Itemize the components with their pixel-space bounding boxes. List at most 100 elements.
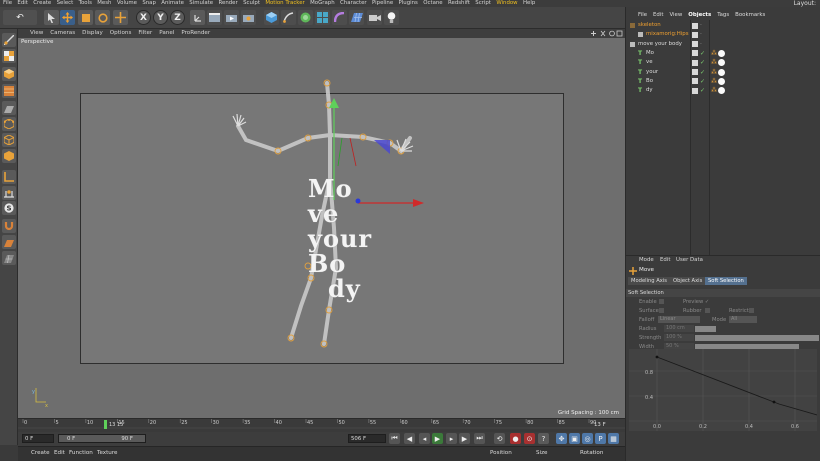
enabled-dot-icon[interactable]: · bbox=[700, 21, 702, 30]
undo-button[interactable]: ↶ bbox=[3, 10, 37, 25]
enable-checkbox[interactable] bbox=[659, 299, 664, 304]
points-mode-button[interactable] bbox=[2, 117, 16, 131]
visibility-toggle[interactable] bbox=[692, 69, 698, 75]
enabled-check-icon[interactable]: ✓ bbox=[700, 49, 705, 58]
radius-field[interactable]: 100 cm bbox=[664, 325, 694, 332]
zoom-icon[interactable] bbox=[600, 30, 606, 37]
object-row[interactable]: mixamorig:Hips · bbox=[626, 30, 820, 39]
menu-window[interactable]: Window bbox=[496, 0, 517, 7]
perspective-viewport[interactable]: Perspective y x Mo ve your Bo dy Grid Sp… bbox=[18, 38, 625, 418]
make-editable-button[interactable] bbox=[2, 33, 16, 47]
viewport-menu-options[interactable]: Options bbox=[110, 29, 132, 38]
enabled-check-icon[interactable]: ✓ bbox=[700, 68, 705, 77]
restrict-checkbox[interactable] bbox=[749, 308, 754, 313]
om-menu-file[interactable]: File bbox=[638, 11, 647, 19]
visibility-toggle[interactable] bbox=[692, 22, 698, 29]
object-name[interactable]: move your body bbox=[638, 40, 682, 49]
menu-character[interactable]: Character bbox=[340, 0, 367, 7]
menu-script[interactable]: Script bbox=[475, 0, 491, 7]
floor-button[interactable] bbox=[349, 10, 364, 25]
camera-button[interactable] bbox=[367, 10, 382, 25]
cube-object-button[interactable] bbox=[264, 10, 279, 25]
text-mo[interactable]: Mo bbox=[308, 176, 372, 201]
viewport-nav-icons[interactable] bbox=[590, 30, 624, 37]
play-button[interactable]: ▶ bbox=[432, 433, 443, 444]
autokey-button[interactable]: ⊙ bbox=[524, 433, 535, 444]
om-menu-view[interactable]: View bbox=[669, 11, 682, 19]
snap-button[interactable]: S bbox=[2, 201, 16, 215]
material-menu-texture[interactable]: Texture bbox=[97, 450, 117, 456]
curve-point-end[interactable] bbox=[772, 400, 776, 404]
render-view-button[interactable] bbox=[207, 10, 222, 25]
menu-snap[interactable]: Snap bbox=[142, 0, 156, 7]
workplane-mode-button[interactable] bbox=[2, 101, 16, 115]
polygons-mode-button[interactable] bbox=[2, 149, 16, 163]
maximize-icon[interactable] bbox=[616, 30, 623, 37]
text-bo[interactable]: Bo bbox=[308, 251, 372, 276]
preview-label[interactable]: Preview ✓ bbox=[683, 299, 709, 305]
object-row[interactable]: Tve ✓ ⁂ bbox=[626, 58, 820, 67]
viewport-menu-prorender[interactable]: ProRender bbox=[181, 29, 210, 38]
material-menu-create[interactable]: Create bbox=[31, 450, 50, 456]
object-row[interactable]: move your body · bbox=[626, 40, 820, 49]
keyframe-selection-button[interactable]: ? bbox=[538, 433, 549, 444]
text-ve[interactable]: ve bbox=[308, 201, 372, 226]
subdivision-surface-button[interactable] bbox=[298, 10, 313, 25]
key-position-button[interactable]: ✥ bbox=[556, 433, 567, 444]
om-menu-tags[interactable]: Tags bbox=[717, 11, 729, 19]
menu-plugins[interactable]: Plugins bbox=[399, 0, 418, 7]
coordinate-system-button[interactable] bbox=[190, 10, 205, 25]
menu-motion-tracker[interactable]: Motion Tracker bbox=[265, 0, 304, 7]
pen-spline-button[interactable] bbox=[281, 10, 296, 25]
tab-soft-selection[interactable]: Soft Selection bbox=[705, 277, 747, 285]
strength-field[interactable]: 100 % bbox=[664, 334, 694, 341]
viewport-menu-filter[interactable]: Filter bbox=[138, 29, 152, 38]
object-mode-button[interactable] bbox=[2, 67, 16, 81]
texture-mode-button[interactable] bbox=[2, 84, 16, 98]
viewport-menu-cameras[interactable]: Cameras bbox=[50, 29, 75, 38]
end-frame-field[interactable]: 506 F bbox=[348, 434, 386, 443]
move-your-body-text[interactable]: Mo ve your Bo dy bbox=[308, 176, 372, 301]
scale-tool-button[interactable] bbox=[78, 10, 93, 25]
gizmo-x-arrow-icon[interactable] bbox=[413, 199, 424, 207]
go-to-start-button[interactable]: ⏮ bbox=[389, 433, 400, 444]
lock-z-axis-button[interactable]: Z bbox=[170, 10, 185, 25]
object-name[interactable]: skeleton bbox=[638, 21, 661, 30]
visibility-toggle[interactable] bbox=[692, 50, 698, 57]
tag-icon[interactable]: ⁂ bbox=[711, 86, 717, 95]
menu-sculpt[interactable]: Sculpt bbox=[243, 0, 260, 7]
orbit-icon[interactable] bbox=[609, 30, 615, 37]
om-menu-bookmarks[interactable]: Bookmarks bbox=[735, 11, 765, 19]
transform-tool-button[interactable] bbox=[113, 10, 128, 25]
viewport-menu-display[interactable]: Display bbox=[82, 29, 103, 38]
edges-mode-button[interactable] bbox=[2, 133, 16, 147]
menu-mesh[interactable]: Mesh bbox=[97, 0, 111, 7]
object-row[interactable]: T Bo ✓ ⁂ bbox=[626, 77, 820, 86]
tag-icon[interactable]: ⁂ bbox=[711, 58, 717, 67]
pan-icon[interactable] bbox=[591, 31, 596, 36]
am-menu-edit[interactable]: Edit bbox=[660, 257, 670, 263]
gizmo-plane-handle[interactable] bbox=[374, 140, 390, 154]
menu-pipeline[interactable]: Pipeline bbox=[372, 0, 393, 7]
live-selection-button[interactable] bbox=[44, 10, 59, 25]
object-name[interactable]: your bbox=[646, 68, 658, 77]
model-mode-button[interactable] bbox=[2, 49, 16, 63]
material-tag-icon[interactable] bbox=[718, 59, 725, 67]
key-parameter-button[interactable]: P bbox=[595, 433, 606, 444]
material-menu-function[interactable]: Function bbox=[69, 450, 93, 456]
enabled-check-icon[interactable]: ✓ bbox=[700, 77, 705, 86]
tag-icon[interactable]: ⁂ bbox=[711, 49, 717, 58]
om-menu-objects[interactable]: Objects bbox=[688, 11, 711, 19]
lock-x-axis-button[interactable]: X bbox=[136, 10, 151, 25]
material-tag-icon[interactable] bbox=[718, 68, 725, 76]
tweak-mode-button[interactable] bbox=[2, 186, 16, 200]
menu-select[interactable]: Select bbox=[57, 0, 74, 7]
layout-label[interactable]: Layout: bbox=[794, 0, 816, 7]
menu-mograph[interactable]: MoGraph bbox=[310, 0, 334, 7]
material-tag-icon[interactable] bbox=[718, 49, 725, 57]
key-pla-button[interactable]: ▦ bbox=[608, 433, 619, 444]
planar-workplane-button[interactable] bbox=[2, 251, 16, 265]
tab-object-axis[interactable]: Object Axis bbox=[670, 277, 706, 285]
rubber-checkbox[interactable] bbox=[705, 308, 710, 313]
object-row[interactable]: Tyour ✓ ⁂ bbox=[626, 68, 820, 77]
